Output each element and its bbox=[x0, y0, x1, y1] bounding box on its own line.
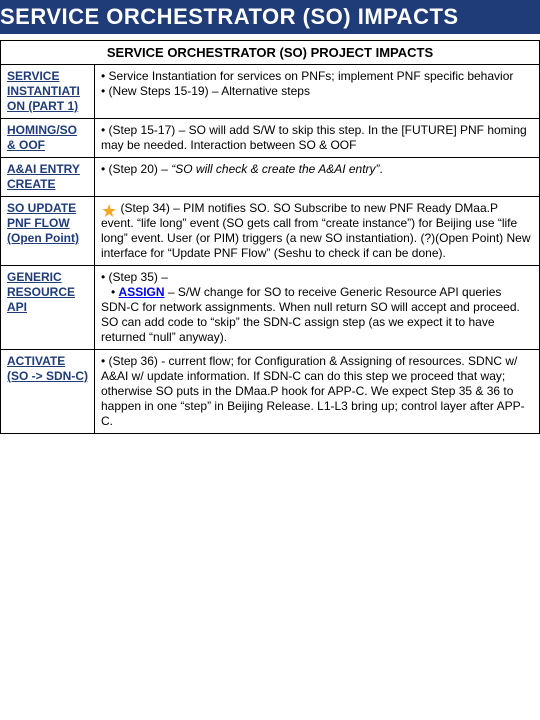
row-description: • (Step 35) – • ASSIGN – S/W change for … bbox=[95, 266, 540, 350]
row-label: GENERIC RESOURCE API bbox=[1, 266, 95, 350]
table-row: ACTIVATE (SO -> SDN-C)• (Step 36) - curr… bbox=[1, 350, 540, 434]
table-row: A&AI ENTRY CREATE• (Step 20) – “SO will … bbox=[1, 158, 540, 197]
row-label: HOMING/SO & OOF bbox=[1, 119, 95, 158]
row-description: • (Step 15-17) – SO will add S/W to skip… bbox=[95, 119, 540, 158]
table-row: SO UPDATE PNF FLOW (Open Point)★ (Step 3… bbox=[1, 197, 540, 266]
row-description: • (Step 20) – “SO will check & create th… bbox=[95, 158, 540, 197]
page-title: SERVICE ORCHESTRATOR (SO) IMPACTS bbox=[0, 0, 540, 34]
row-description: ★ (Step 34) – PIM notifies SO. SO Subscr… bbox=[95, 197, 540, 266]
row-label: SERVICE INSTANTIATI ON (PART 1) bbox=[1, 65, 95, 119]
row-description: • Service Instantiation for services on … bbox=[95, 65, 540, 119]
table-row: HOMING/SO & OOF• (Step 15-17) – SO will … bbox=[1, 119, 540, 158]
row-label: A&AI ENTRY CREATE bbox=[1, 158, 95, 197]
row-label: ACTIVATE (SO -> SDN-C) bbox=[1, 350, 95, 434]
row-description: • (Step 36) - current flow; for Configur… bbox=[95, 350, 540, 434]
impacts-table: SERVICE ORCHESTRATOR (SO) PROJECT IMPACT… bbox=[0, 40, 540, 434]
table-header: SERVICE ORCHESTRATOR (SO) PROJECT IMPACT… bbox=[1, 41, 540, 65]
table-row: GENERIC RESOURCE API• (Step 35) – • ASSI… bbox=[1, 266, 540, 350]
row-label: SO UPDATE PNF FLOW (Open Point) bbox=[1, 197, 95, 266]
slide: SERVICE ORCHESTRATOR (SO) IMPACTS SERVIC… bbox=[0, 0, 540, 720]
table-row: SERVICE INSTANTIATI ON (PART 1)• Service… bbox=[1, 65, 540, 119]
